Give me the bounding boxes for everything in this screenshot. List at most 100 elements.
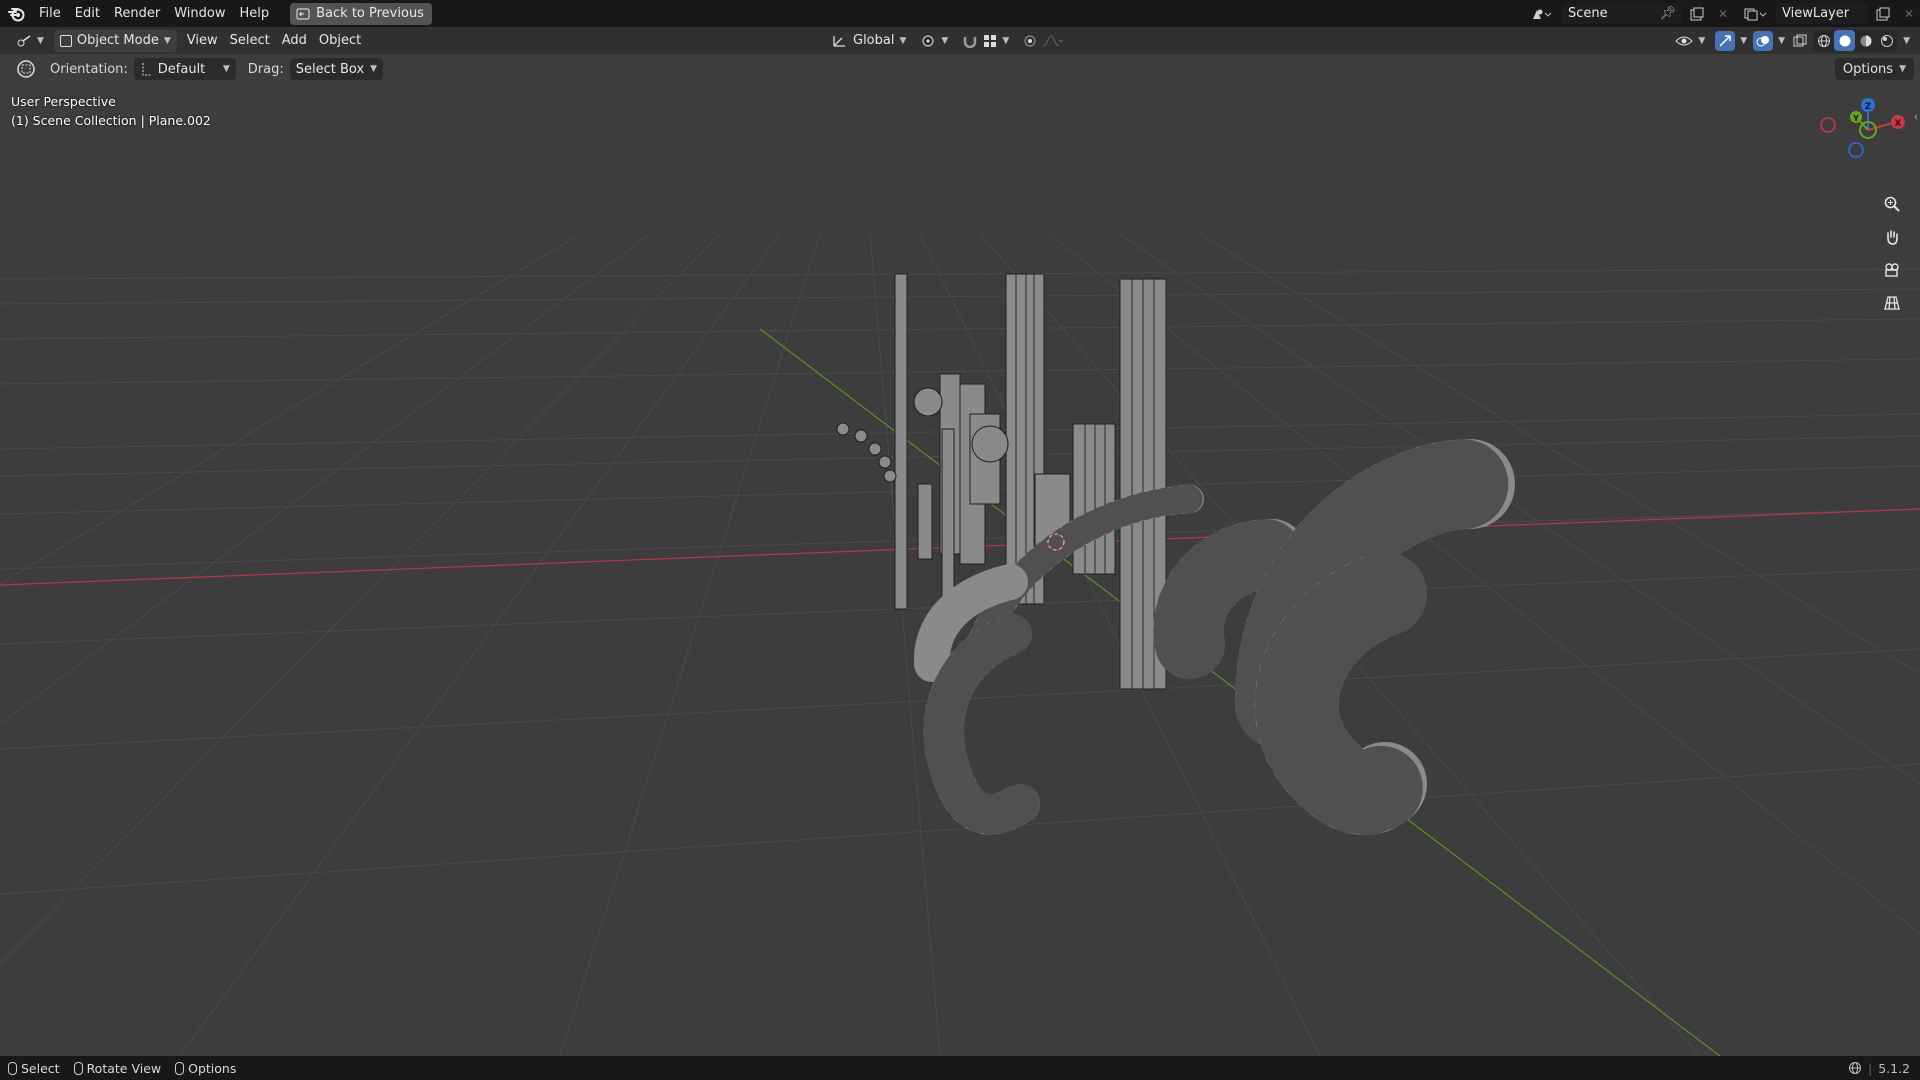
status-rotate: Rotate View <box>73 1060 162 1076</box>
object-mode-dropdown[interactable]: Object Mode ▼ <box>53 29 177 52</box>
gizmo-z-label: Z <box>1865 102 1872 112</box>
status-bar: Select Rotate View Options | 5.1.2 <box>0 1056 1920 1080</box>
version-label: 5.1.2 <box>1878 1060 1910 1076</box>
view-layer-field[interactable]: ViewLayer <box>1776 3 1868 24</box>
orientation-dropdown[interactable]: Default ▼ <box>133 58 236 80</box>
chevron-down-icon: ▼ <box>941 35 949 46</box>
transform-orientation-dropdown[interactable]: Global ▼ <box>826 30 912 52</box>
gizmo-toggle[interactable]: ▼ <box>1713 30 1749 52</box>
view-layer-selector-icon[interactable] <box>1738 3 1772 24</box>
status-select-label: Select <box>21 1060 60 1076</box>
view-layer-name: ViewLayer <box>1782 6 1850 21</box>
chevron-down-icon: ▼ <box>1778 35 1786 46</box>
options-label: Options <box>1842 61 1894 77</box>
menu-object[interactable]: Object <box>313 30 367 52</box>
network-globe-icon[interactable] <box>1848 1061 1862 1075</box>
editor-type-button[interactable]: ▼ <box>10 30 50 52</box>
scene-selector-icon[interactable] <box>1524 3 1558 24</box>
status-select: Select <box>8 1061 60 1076</box>
menu-select[interactable]: Select <box>224 30 276 52</box>
falloff-icon <box>1043 34 1064 46</box>
active-tool-icon[interactable] <box>14 57 38 81</box>
back-to-previous-label: Back to Previous <box>316 6 424 21</box>
material-preview-shading-icon[interactable] <box>1855 30 1876 51</box>
scene-collection-label: (1) Scene Collection | Plane.002 <box>11 113 211 128</box>
3d-viewport[interactable]: User Perspective (1) Scene Collection | … <box>0 84 1920 1056</box>
status-rotate-label: Rotate View <box>86 1060 162 1076</box>
chevron-down-icon: ▼ <box>37 35 44 46</box>
top-menu-bar: File Edit Render Window Help Back to Pre… <box>0 0 1920 27</box>
zoom-icon[interactable] <box>1878 190 1906 218</box>
orientation-default-icon <box>142 63 151 76</box>
options-dropdown[interactable]: Options ▼ <box>1834 58 1914 80</box>
snap-toggle[interactable]: ▼ <box>956 30 1015 52</box>
gizmo-y-label: Y <box>1852 114 1859 123</box>
drag-dropdown[interactable]: Select Box ▼ <box>289 58 384 80</box>
shading-mode-group <box>1813 30 1898 51</box>
drag-label: Drag: <box>247 61 284 77</box>
new-view-layer-icon[interactable] <box>1872 3 1894 24</box>
perspective-toggle-icon[interactable] <box>1878 289 1906 317</box>
object-mode-label: Object Mode <box>76 33 159 48</box>
menu-help[interactable]: Help <box>233 0 277 27</box>
rendered-shading-icon[interactable] <box>1876 30 1897 51</box>
navigation-gizmo[interactable]: Z X Y <box>1812 92 1912 168</box>
chevron-down-icon: ▼ <box>370 64 378 74</box>
selectability-visibility-dropdown[interactable]: ▼ <box>1669 30 1711 52</box>
viewport-scene <box>0 233 1920 1056</box>
delete-view-layer-icon[interactable]: ✕ <box>1898 3 1920 24</box>
overlays-icon <box>1753 30 1774 51</box>
blender-logo-icon[interactable] <box>2 0 32 27</box>
scene-name: Scene <box>1568 6 1608 21</box>
delete-scene-icon[interactable]: ✕ <box>1712 3 1734 24</box>
new-scene-icon[interactable] <box>1686 3 1708 24</box>
chevron-down-icon: ▼ <box>1740 35 1748 46</box>
wireframe-shading-icon[interactable] <box>1813 30 1834 51</box>
menu-file[interactable]: File <box>32 0 68 27</box>
chevron-down-icon: ▼ <box>163 35 171 46</box>
transform-orientation-label: Global <box>853 33 895 48</box>
proportional-edit-toggle[interactable] <box>1017 30 1070 52</box>
chevron-down-icon: ▼ <box>1698 35 1706 46</box>
pin-icon[interactable]: 📌︎ <box>1659 6 1676 21</box>
back-to-previous-button[interactable]: Back to Previous <box>290 2 432 25</box>
chevron-down-icon: ▼ <box>1002 35 1010 46</box>
proportional-edit-icon <box>1024 35 1036 46</box>
menu-render[interactable]: Render <box>107 0 167 27</box>
menu-window[interactable]: Window <box>167 0 232 27</box>
menu-add[interactable]: Add <box>276 30 313 52</box>
solid-shading-icon[interactable] <box>1834 30 1856 51</box>
menu-edit[interactable]: Edit <box>68 0 107 27</box>
orientation-value: Default <box>157 61 206 77</box>
tool-settings-bar: Orientation: Default ▼ Drag: Select Box … <box>0 54 1920 84</box>
editor-type-icon <box>17 34 31 46</box>
camera-view-icon[interactable] <box>1878 256 1906 284</box>
drag-value: Select Box <box>295 61 365 77</box>
sidebar-toggle-icon[interactable]: ‹ <box>1914 110 1918 123</box>
mouse-right-icon <box>175 1061 185 1075</box>
shading-options-chevron-icon[interactable]: ▼ <box>1903 36 1910 46</box>
pivot-point-dropdown[interactable]: ▼ <box>914 30 954 52</box>
xray-toggle-icon[interactable] <box>1789 30 1811 51</box>
chevron-down-icon: ▼ <box>899 35 907 46</box>
chevron-down-icon: ▼ <box>222 64 230 74</box>
overlays-toggle[interactable]: ▼ <box>1751 30 1787 52</box>
pivot-icon <box>922 35 934 46</box>
gizmo-x-label: X <box>1895 119 1902 129</box>
view-perspective-label: User Perspective <box>11 94 116 109</box>
status-options-label: Options <box>188 1060 237 1076</box>
mouse-middle-icon <box>73 1061 83 1075</box>
gizmo-icon <box>1715 30 1736 51</box>
magnet-icon <box>964 36 977 48</box>
snap-grid-icon <box>984 34 997 47</box>
object-mode-icon <box>59 34 72 47</box>
eye-icon <box>1675 36 1694 45</box>
scene-name-field[interactable]: Scene 📌︎ <box>1562 3 1682 24</box>
orientation-icon <box>833 35 845 47</box>
status-options: Options <box>175 1061 236 1076</box>
viewport-header: ▼ Object Mode ▼ View Select Add Object G… <box>0 27 1920 54</box>
mouse-left-icon <box>8 1061 17 1075</box>
pan-hand-icon[interactable] <box>1878 223 1906 251</box>
menu-view[interactable]: View <box>181 30 224 52</box>
orientation-label: Orientation: <box>50 61 128 77</box>
